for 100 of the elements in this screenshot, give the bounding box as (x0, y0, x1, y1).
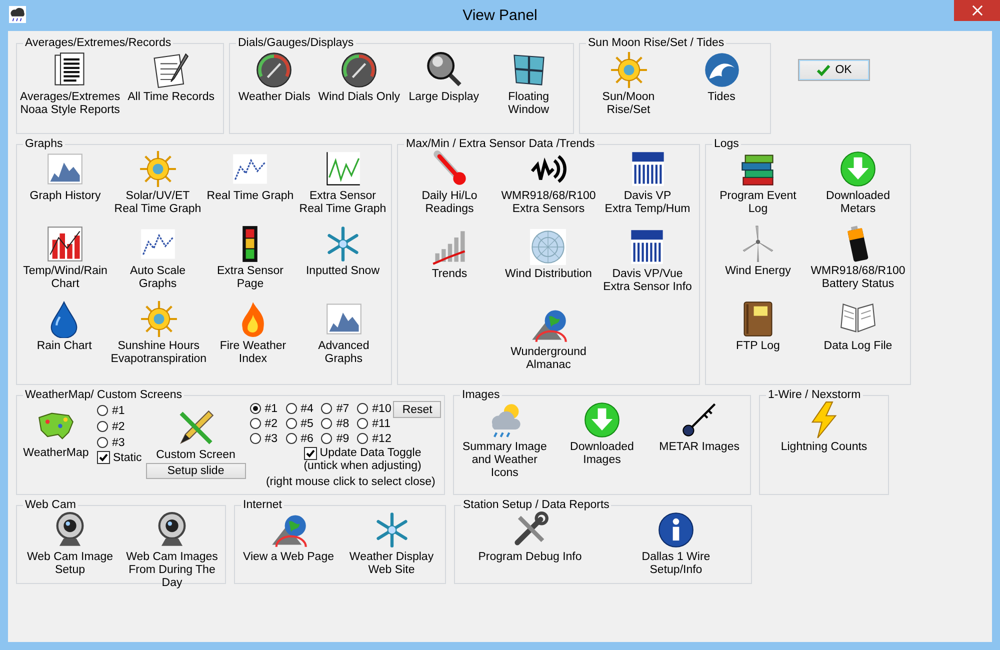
hint-text: (right mouse click to select close) (266, 476, 436, 488)
launch-button[interactable]: Downloaded Images (553, 401, 651, 467)
radio-circle[interactable] (250, 403, 261, 414)
launch-button[interactable]: Advanced Graphs (298, 300, 389, 366)
group-title: Station Setup / Data Reports (462, 499, 610, 511)
launch-button[interactable]: Lightning Counts (780, 401, 868, 454)
launch-button[interactable]: Temp/Wind/Rain Chart (22, 225, 108, 291)
hint-text: (untick when adjusting) (304, 460, 422, 473)
launch-button[interactable]: Real Time Graph (206, 150, 295, 203)
group-title: Dials/Gauges/Displays (237, 37, 355, 49)
group-title: Averages/Extremes/Records (24, 37, 172, 49)
radio-circle[interactable] (97, 437, 108, 448)
radio-label: #9 (336, 432, 350, 444)
launch-button[interactable]: Davis VP/Vue Extra Sensor Info (602, 228, 693, 294)
radio-label: #8 (336, 418, 350, 430)
checkmark-icon (816, 62, 832, 78)
radio-circle[interactable] (357, 403, 368, 414)
launch-button[interactable]: Daily Hi/Lo Readings (400, 150, 499, 216)
reset-button[interactable]: Reset (393, 401, 442, 418)
launch-button[interactable]: Inputted Snow (304, 225, 381, 278)
radio-circle[interactable] (321, 418, 332, 429)
launch-button[interactable]: Program Debug Info (477, 511, 583, 564)
group-title: Max/Min / Extra Sensor Data /Trends (405, 138, 596, 150)
launch-button[interactable]: Web Cam Images From During The Day (121, 511, 223, 590)
group-title: WeatherMap/ Custom Screens (24, 389, 184, 401)
setup-button[interactable]: Setup slide (146, 463, 246, 479)
launch-button[interactable]: WMR918/68/R100 Battery Status (810, 225, 906, 291)
launch-button[interactable]: Averages/Extremes Noaa Style Reports (19, 51, 122, 117)
radio-circle[interactable] (321, 403, 332, 414)
radio-circle[interactable] (321, 433, 332, 444)
radio-label: #2 (112, 420, 125, 432)
launch-button[interactable]: Wind Dials Only (317, 51, 402, 104)
launch-button[interactable]: Weather Display Web Site (348, 511, 435, 577)
launch-button[interactable]: Large Display (408, 51, 480, 104)
radio-label: #5 (300, 418, 314, 430)
launch-button[interactable]: WeatherMap (19, 407, 93, 460)
launch-button[interactable]: Dallas 1 Wire Setup/Info (640, 511, 712, 577)
launch-button[interactable]: METAR Images (658, 401, 740, 454)
launch-button[interactable]: View a Web Page (242, 511, 335, 564)
launch-button[interactable]: Weather Dials (237, 51, 312, 104)
launch-button[interactable]: Wunderground Almanac (510, 306, 588, 372)
checkbox-label: Static (113, 452, 142, 464)
checkbox[interactable] (304, 447, 317, 460)
launch-button[interactable]: Data Log File (822, 300, 894, 353)
launch-button[interactable]: Tides (702, 51, 742, 104)
radio-circle[interactable] (357, 433, 368, 444)
launch-button[interactable]: Wind Energy (724, 225, 792, 278)
checkbox[interactable] (97, 451, 110, 464)
launch-button[interactable]: Extra Sensor Page (216, 225, 284, 291)
radio-circle[interactable] (286, 433, 297, 444)
radio-circle[interactable] (250, 418, 261, 429)
launch-button[interactable]: All Time Records (126, 51, 216, 104)
group-title: Graphs (24, 138, 64, 150)
sun-icon (138, 150, 177, 188)
radio-label: #4 (300, 402, 314, 414)
group-title: Sun Moon Rise/Set / Tides (587, 37, 726, 49)
launch-button[interactable]: Rain Chart (36, 300, 93, 353)
launch-button[interactable]: Summary Image and Weather Icons (456, 401, 554, 480)
launch-button[interactable]: Program Event Log (708, 150, 808, 216)
radio-label: #10 (372, 402, 392, 414)
radio-label: #3 (112, 436, 125, 448)
radio-circle[interactable] (97, 421, 108, 432)
group-title: 1-Wire / Nexstorm (767, 389, 862, 401)
launch-button[interactable]: Solar/UV/ET Real Time Graph (113, 150, 202, 216)
launch-button[interactable]: Custom Screen (155, 409, 236, 462)
radio-circle[interactable] (357, 418, 368, 429)
launch-button[interactable]: Web Cam Image Setup (26, 511, 114, 577)
close-button[interactable] (954, 0, 1000, 21)
ok-button[interactable]: OK (798, 59, 870, 81)
launch-button[interactable]: FTP Log (735, 300, 781, 353)
checkbox-label: Update Data Toggle (320, 447, 422, 460)
radio-label: #11 (372, 418, 390, 430)
launch-button[interactable]: Sun/Moon Rise/Set (601, 51, 656, 117)
group-title: Logs (713, 138, 740, 150)
info-icon (656, 511, 695, 549)
magnifier-icon (424, 51, 463, 89)
polar-chart-icon (529, 228, 568, 266)
radio-circle[interactable] (97, 405, 108, 416)
launch-button[interactable]: Extra Sensor Real Time Graph (298, 150, 388, 216)
launch-button[interactable]: Fire Weather Index (208, 300, 298, 366)
window-title: View Panel (462, 7, 538, 24)
notepad-icon (152, 51, 190, 89)
launch-button[interactable]: Graph History (28, 150, 102, 203)
launch-button[interactable]: Trends (430, 228, 470, 281)
launch-button[interactable]: Auto Scale Graphs (112, 225, 204, 291)
radio-circle[interactable] (286, 403, 297, 414)
launch-button[interactable]: WMR918/68/R100 Extra Sensors (500, 150, 597, 216)
launch-button[interactable]: Wind Distribution (504, 228, 593, 281)
launch-button[interactable]: Downloaded Metars (825, 150, 891, 216)
line-chart-icon (324, 150, 362, 188)
sun-icon (610, 51, 648, 89)
group-title: Images (461, 389, 501, 401)
launch-button[interactable]: Davis VP Extra Temp/Hum (604, 150, 692, 216)
radio-circle[interactable] (250, 433, 261, 444)
launch-button[interactable]: Sunshine Hours Evapotranspiration (110, 300, 208, 366)
group-title: Web Cam (24, 499, 77, 511)
thermometer-icon (430, 150, 468, 188)
radio-circle[interactable] (286, 418, 297, 429)
launch-button[interactable]: Floating Window (486, 51, 571, 117)
gauge-icon (340, 51, 378, 89)
